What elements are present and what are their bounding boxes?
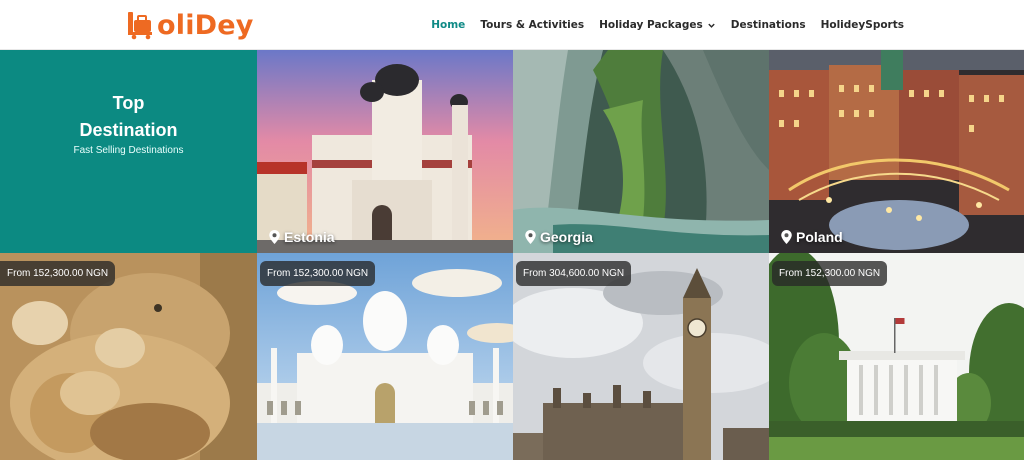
price-badge: From 152,300.00 NGN [0,261,116,286]
map-pin-icon [781,230,792,244]
hero-title: Top Destination [0,90,257,144]
site-header: oliDey Home Tours & Activities Holiday P… [0,0,1024,50]
nav-destinations[interactable]: Destinations [731,19,806,31]
nav-tours-label: Tours & Activities [480,19,585,31]
destination-label: Poland [781,229,843,245]
main-nav: Home Tours & Activities Holiday Packages… [431,0,904,50]
hero-title-line2: Destination [79,120,178,140]
destinations-grid: Top Destination Fast Selling Destination… [0,50,1024,460]
nav-tours-activities[interactable]: Tours & Activities [480,19,584,31]
nav-holideysports[interactable]: HolideySports [821,19,904,31]
luggage-cart-icon [126,10,156,40]
chevron-down-icon [707,21,716,30]
package-card-big-ben[interactable]: From 304,600.00 NGN [513,253,769,460]
logo-text: oliDey [157,9,254,41]
map-pin-icon [269,230,280,244]
package-card-mosque[interactable]: From 152,300.00 NGN [257,253,513,460]
site-logo[interactable]: oliDey [126,8,254,42]
price-badge: From 152,300.00 NGN [260,261,376,286]
package-card-white-house[interactable]: From 152,300.00 NGN [769,253,1024,460]
destination-label: Estonia [269,229,335,245]
hero-title-line1: Top [112,93,145,113]
destination-label: Georgia [525,229,593,245]
destination-card-poland[interactable]: Poland [769,50,1024,253]
destination-name: Poland [796,229,843,245]
georgia-canyon-image [513,50,769,253]
destination-card-estonia[interactable]: Estonia [257,50,513,253]
top-destination-panel: Top Destination Fast Selling Destination… [0,50,257,253]
nav-packages-label: Holiday Packages [599,19,703,31]
destination-name: Georgia [540,229,593,245]
price-badge: From 304,600.00 NGN [516,261,632,286]
poland-old-town-image [769,50,1024,253]
map-pin-icon [525,230,536,244]
estonia-cathedral-image [257,50,513,253]
nav-home-label: Home [431,19,466,31]
destination-name: Estonia [284,229,335,245]
nav-holiday-packages[interactable]: Holiday Packages [599,19,716,31]
price-badge: From 152,300.00 NGN [772,261,888,286]
nav-destinations-label: Destinations [730,19,806,31]
package-card-lions[interactable]: From 152,300.00 NGN [0,253,257,460]
hero-subtitle: Fast Selling Destinations [73,145,184,156]
nav-home[interactable]: Home [431,19,465,31]
destination-card-georgia[interactable]: Georgia [513,50,769,253]
nav-sports-label: HolideySports [820,19,904,31]
